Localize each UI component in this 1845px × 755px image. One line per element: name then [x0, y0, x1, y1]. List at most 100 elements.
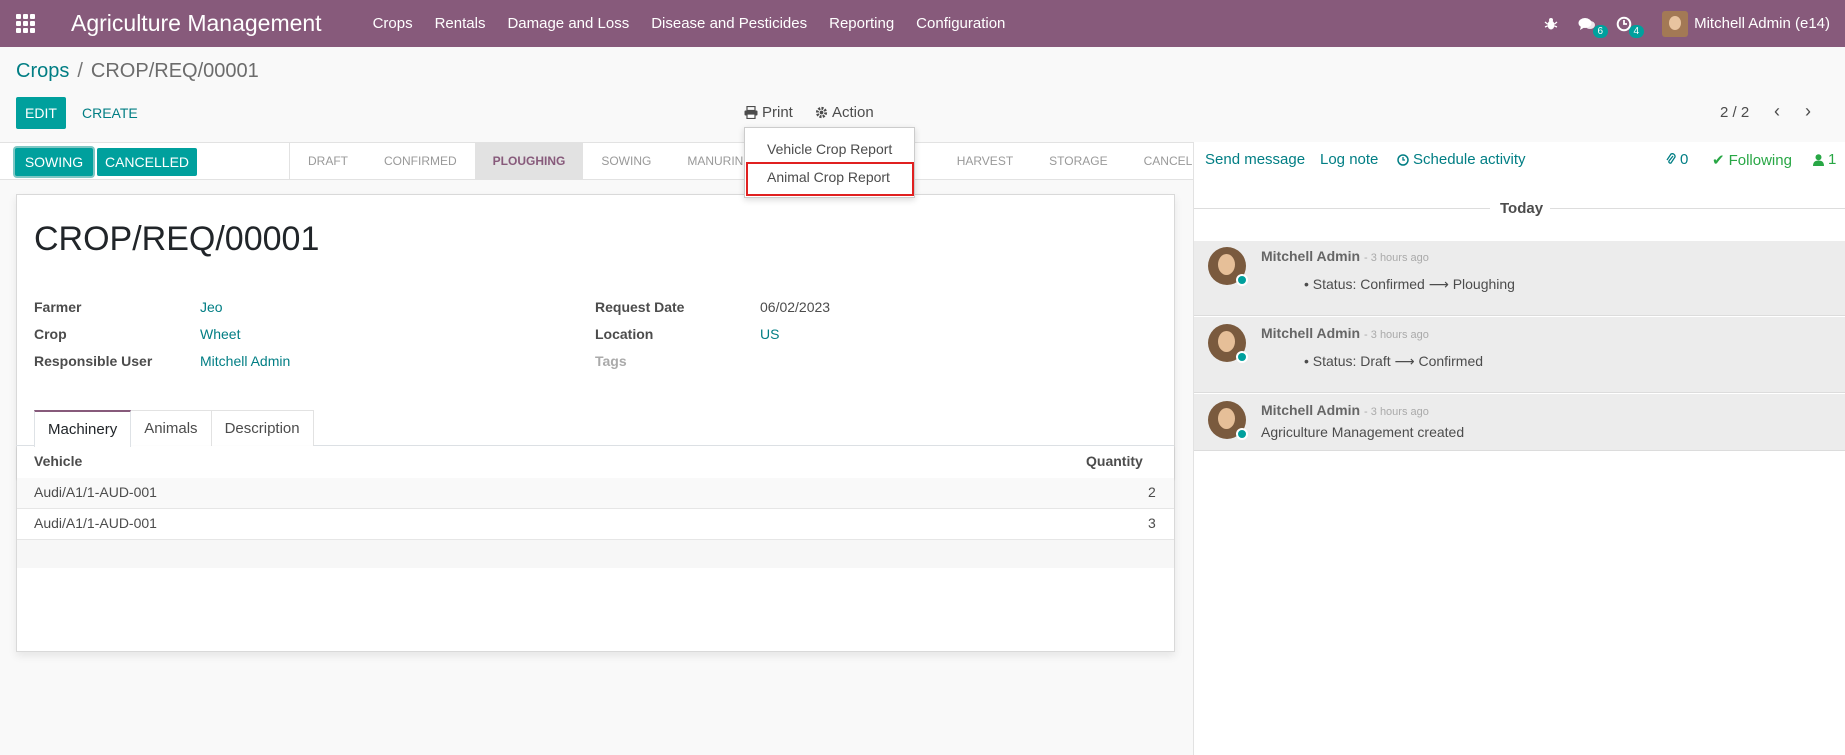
message-time: - 3 hours ago: [1364, 329, 1429, 341]
message-time: - 3 hours ago: [1364, 406, 1429, 418]
menu-item-configuration[interactable]: Configuration: [905, 15, 1016, 32]
top-navbar: Agriculture Management Crops Rentals Dam…: [0, 0, 1845, 47]
create-button[interactable]: CREATE: [82, 97, 138, 129]
user-avatar: [1662, 10, 1689, 37]
message-author: Mitchell Admin - 3 hours ago: [1261, 402, 1429, 418]
attachments-count: 0: [1680, 151, 1689, 168]
pager-next-icon[interactable]: ›: [1805, 101, 1811, 122]
quantity-cell: 2: [1148, 484, 1156, 500]
tags-label: Tags: [595, 353, 627, 369]
date-separator-line: [1194, 208, 1490, 209]
breadcrumb-separator: /: [77, 60, 83, 82]
vehicle-cell: Audi/A1/1-AUD-001: [34, 515, 157, 531]
stage-storage[interactable]: STORAGE: [1031, 143, 1125, 179]
attachments-button[interactable]: 0: [1666, 151, 1688, 168]
online-status-dot: [1236, 274, 1248, 286]
message-time: - 3 hours ago: [1364, 252, 1429, 264]
tab-machinery[interactable]: Machinery: [34, 410, 132, 447]
chatter-message: Mitchell Admin - 3 hours ago Agriculture …: [1194, 394, 1845, 451]
location-label: Location: [595, 326, 654, 342]
online-status-dot: [1236, 351, 1248, 363]
log-note-button[interactable]: Log note: [1320, 151, 1378, 168]
table-row[interactable]: [17, 509, 1174, 540]
crop-label: Crop: [34, 326, 67, 342]
print-label: Print: [762, 104, 793, 121]
activities-clock-icon[interactable]: 4: [1606, 16, 1645, 38]
table-row[interactable]: [17, 478, 1174, 509]
crop-value[interactable]: Wheet: [200, 326, 240, 342]
chatter-message: Mitchell Admin - 3 hours ago • Status: Dr…: [1194, 317, 1845, 393]
message-body: • Status: Confirmed ⟶ Ploughing: [1304, 276, 1515, 292]
column-header-vehicle[interactable]: Vehicle: [34, 453, 82, 469]
table-header: [17, 446, 1174, 479]
request-date-label: Request Date: [595, 299, 685, 315]
request-date-value: 06/02/2023: [760, 299, 831, 315]
vehicle-crop-report-item[interactable]: Vehicle Crop Report: [745, 135, 914, 163]
location-value[interactable]: US: [760, 326, 779, 342]
menu-item-reporting[interactable]: Reporting: [818, 15, 905, 32]
menu-item-crops[interactable]: Crops: [362, 15, 424, 32]
message-body: • Status: Draft ⟶ Confirmed: [1304, 353, 1484, 369]
debug-bug-icon[interactable]: [1534, 17, 1568, 31]
paperclip-icon: [1666, 153, 1676, 164]
highlight-box: [746, 162, 914, 196]
message-author: Mitchell Admin - 3 hours ago: [1261, 248, 1429, 264]
clock-icon: [1397, 153, 1409, 166]
menu-item-damage-and-loss[interactable]: Damage and Loss: [496, 15, 640, 32]
app-title[interactable]: Agriculture Management: [71, 10, 322, 37]
column-header-quantity[interactable]: Quantity: [1086, 453, 1143, 469]
schedule-activity-label: Schedule activity: [1413, 151, 1526, 168]
responsible-user-label: Responsible User: [34, 353, 153, 369]
following-label: Following: [1728, 151, 1792, 169]
print-dropdown-toggle[interactable]: Print: [744, 104, 793, 121]
action-dropdown-toggle[interactable]: Action: [815, 104, 874, 121]
record-title: CROP/REQ/00001: [34, 220, 320, 258]
breadcrumb-current: CROP/REQ/00001: [90, 60, 259, 82]
stage-sowing[interactable]: SOWING: [583, 143, 669, 179]
farmer-label: Farmer: [34, 299, 82, 315]
message-author: Mitchell Admin - 3 hours ago: [1261, 325, 1429, 341]
action-label: Action: [832, 104, 874, 121]
apps-menu-icon[interactable]: [0, 0, 50, 47]
user-icon: [1813, 153, 1824, 166]
print-icon: [744, 106, 758, 119]
sowing-button[interactable]: SOWING: [15, 148, 93, 176]
stage-harvest[interactable]: HARVEST: [939, 143, 1031, 179]
tab-animals[interactable]: Animals: [130, 410, 212, 446]
menu-item-rentals[interactable]: Rentals: [424, 15, 497, 32]
pager-previous-icon[interactable]: ‹: [1774, 101, 1780, 122]
following-button[interactable]: ✔ Following: [1712, 151, 1792, 170]
date-separator-line: [1550, 208, 1845, 209]
followers-count: 1: [1828, 151, 1837, 168]
quantity-cell: 3: [1148, 515, 1156, 531]
edit-button[interactable]: EDIT: [16, 97, 66, 129]
date-separator: Today: [1500, 200, 1544, 217]
gear-icon: [815, 106, 828, 119]
farmer-value[interactable]: Jeo: [200, 299, 223, 315]
schedule-activity-button[interactable]: Schedule activity: [1397, 151, 1526, 168]
user-name: Mitchell Admin (e14): [1694, 15, 1830, 32]
responsible-user-value[interactable]: Mitchell Admin: [200, 353, 290, 369]
send-message-button[interactable]: Send message: [1205, 151, 1305, 168]
followers-button[interactable]: 1: [1813, 151, 1836, 168]
stage-draft[interactable]: DRAFT: [290, 143, 366, 179]
breadcrumb-crops-link[interactable]: Crops: [16, 60, 69, 83]
status-bar: SOWING CANCELLED DRAFT CONFIRMED PLOUGHI…: [0, 142, 1193, 180]
pager-value[interactable]: 2 / 2: [1720, 104, 1749, 121]
activities-count-badge: 4: [1628, 24, 1645, 38]
tab-description[interactable]: Description: [210, 410, 314, 446]
messages-icon[interactable]: 6: [1568, 16, 1609, 38]
stage-confirmed[interactable]: CONFIRMED: [366, 143, 475, 179]
main-menu: Crops Rentals Damage and Loss Disease an…: [362, 15, 1017, 32]
table-empty-row: [17, 540, 1174, 568]
stage-ploughing[interactable]: PLOUGHING: [474, 143, 584, 179]
notebook-tabs: Machinery Animals Description: [34, 410, 314, 447]
chatter-message: Mitchell Admin - 3 hours ago • Status: Co…: [1194, 241, 1845, 316]
user-menu[interactable]: Mitchell Admin (e14): [1642, 10, 1830, 37]
message-body: Agriculture Management created: [1261, 424, 1465, 440]
check-icon: ✔: [1712, 152, 1725, 169]
online-status-dot: [1236, 428, 1248, 440]
menu-item-disease-and-pesticides[interactable]: Disease and Pesticides: [640, 15, 818, 32]
vehicle-cell: Audi/A1/1-AUD-001: [34, 484, 157, 500]
cancelled-button[interactable]: CANCELLED: [97, 148, 197, 176]
